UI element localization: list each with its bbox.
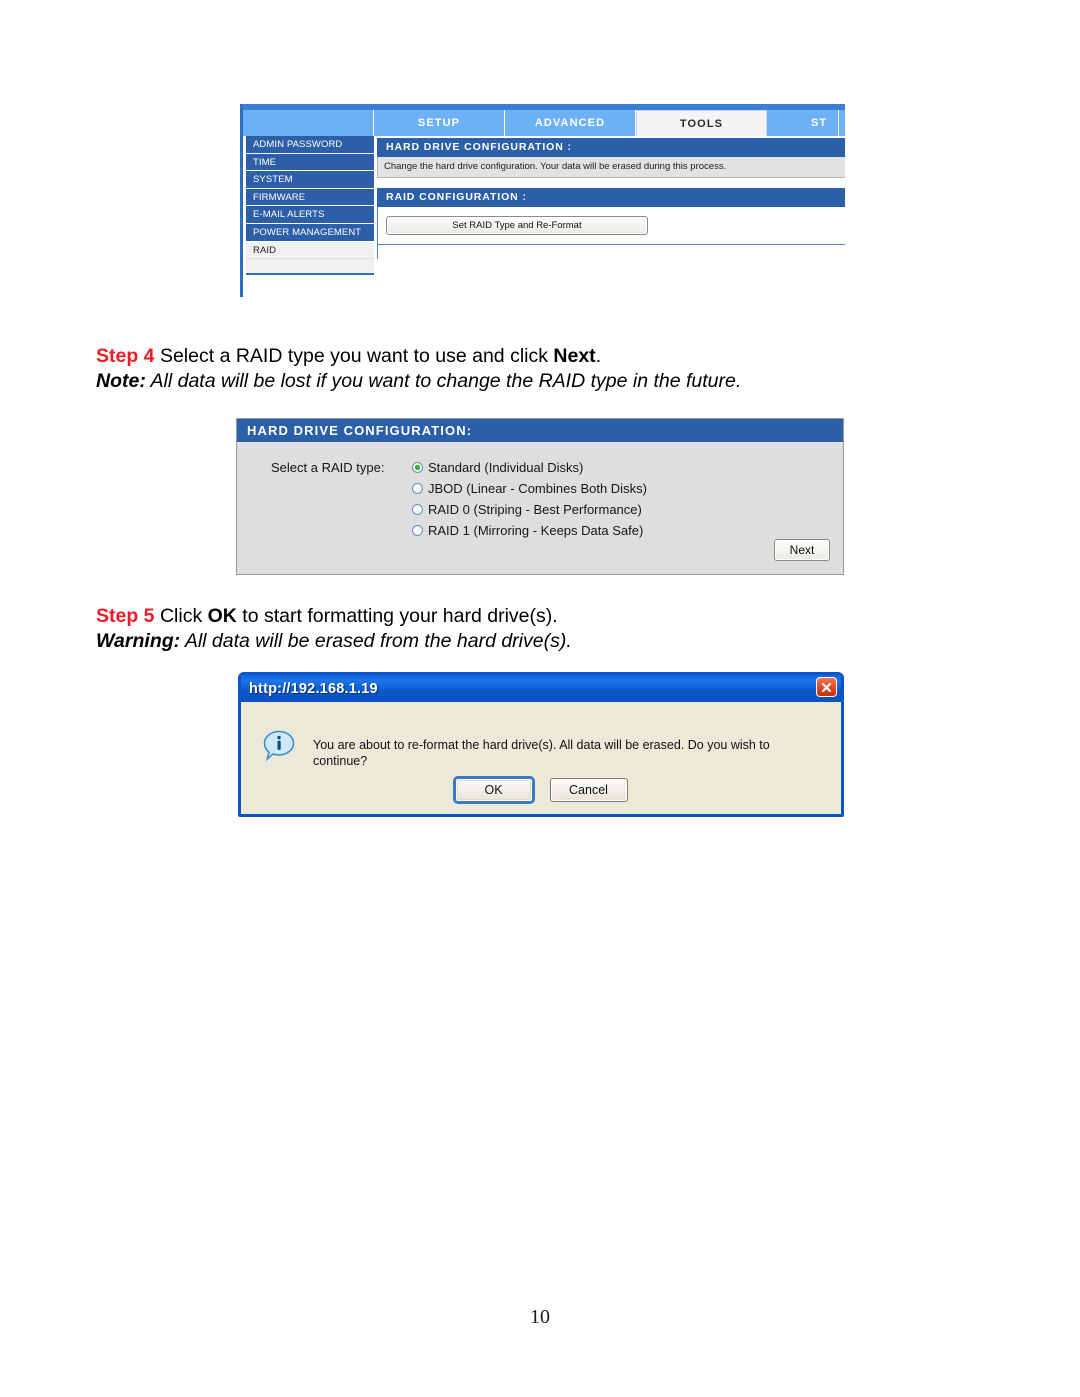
raid-chooser-header: HARD DRIVE CONFIGURATION:	[237, 419, 843, 442]
step-5-instruction: Step 5 Click OK to start formatting your…	[96, 604, 986, 654]
raid-chooser-body: Select a RAID type: Standard (Individual…	[237, 442, 843, 574]
radio-option-raid-0[interactable]: RAID 0 (Striping - Best Performance)	[412, 499, 647, 520]
tab-logo-placeholder	[243, 110, 374, 136]
set-raid-type-and-reformat-button[interactable]: Set RAID Type and Re-Format	[386, 216, 648, 235]
raid-configuration-header: RAID CONFIGURATION :	[377, 188, 845, 207]
raid-type-radio-group: Standard (Individual Disks) JBOD (Linear…	[412, 457, 647, 541]
raid-configuration-body: Set RAID Type and Re-Format	[377, 207, 845, 245]
next-button[interactable]: Next	[774, 539, 830, 561]
sidebar-item-system[interactable]: SYSTEM	[246, 171, 374, 189]
sidebar-item-time[interactable]: TIME	[246, 153, 374, 172]
radio-unselected-icon[interactable]	[412, 504, 423, 515]
note-label: Note:	[96, 370, 146, 392]
step-4-text-after: .	[595, 345, 602, 367]
step-4-text-before: Select a RAID type you want to use and c…	[154, 345, 554, 367]
sidebar-menu: ADMIN PASSWORD TIME SYSTEM FIRMWARE E-MA…	[246, 136, 374, 276]
router-admin-screenshot: SETUP ADVANCED TOOLS ST ADMIN PASSWORD T…	[240, 104, 845, 297]
radio-label-jbod: JBOD (Linear - Combines Both Disks)	[428, 481, 647, 496]
step-4-label: Step 4	[96, 345, 155, 367]
raid-type-selection-screenshot: HARD DRIVE CONFIGURATION: Select a RAID …	[236, 418, 844, 575]
tab-setup[interactable]: SETUP	[374, 110, 505, 136]
sidebar-item-firmware[interactable]: FIRMWARE	[246, 188, 374, 207]
radio-option-raid-1[interactable]: RAID 1 (Mirroring - Keeps Data Safe)	[412, 520, 647, 541]
tab-status-truncated[interactable]: ST	[767, 110, 839, 136]
ok-button[interactable]: OK	[452, 776, 535, 804]
panel-spacer	[377, 178, 845, 188]
step-5-bold-ok: OK	[207, 605, 237, 627]
hard-drive-configuration-description: Change the hard drive configuration. You…	[377, 157, 845, 178]
nav-tab-bar: SETUP ADVANCED TOOLS ST	[243, 110, 845, 136]
step-4-line: Step 4 Select a RAID type you want to us…	[96, 344, 986, 369]
info-icon	[263, 730, 296, 763]
step-4-bold-next: Next	[553, 345, 596, 367]
step-5-text-after: to start formatting your hard drive(s).	[236, 605, 558, 627]
radio-option-jbod[interactable]: JBOD (Linear - Combines Both Disks)	[412, 478, 647, 499]
step-5-label: Step 5	[96, 605, 155, 627]
radio-label-standard: Standard (Individual Disks)	[428, 460, 584, 475]
radio-unselected-icon[interactable]	[412, 483, 423, 494]
cancel-button[interactable]: Cancel	[549, 778, 628, 802]
select-raid-type-label: Select a RAID type:	[271, 460, 385, 475]
radio-option-standard[interactable]: Standard (Individual Disks)	[412, 457, 647, 478]
dialog-body: You are about to re-format the hard driv…	[241, 702, 841, 814]
reformat-confirm-dialog: http://192.168.1.19 You are about to re-…	[238, 672, 844, 817]
tab-advanced[interactable]: ADVANCED	[505, 110, 636, 136]
step-4-note-line: Note: All data will be lost if you want …	[96, 369, 986, 394]
step-5-line: Step 5 Click OK to start formatting your…	[96, 604, 986, 629]
raid-panel-footer	[377, 245, 845, 259]
sidebar-item-raid[interactable]: RAID	[246, 241, 374, 260]
tab-tools[interactable]: TOOLS	[636, 110, 767, 136]
dialog-message: You are about to re-format the hard driv…	[313, 738, 770, 768]
dialog-button-row: OK Cancel	[241, 776, 841, 804]
dialog-title-bar[interactable]: http://192.168.1.19	[241, 675, 841, 702]
radio-selected-icon[interactable]	[412, 462, 423, 473]
admin-content-area: HARD DRIVE CONFIGURATION : Change the ha…	[377, 138, 845, 259]
sidebar-item-e-mail-alerts[interactable]: E-MAIL ALERTS	[246, 206, 374, 224]
radio-unselected-icon[interactable]	[412, 525, 423, 536]
page-number: 10	[530, 1306, 550, 1328]
admin-page-body: ADMIN PASSWORD TIME SYSTEM FIRMWARE E-MA…	[243, 136, 845, 297]
hard-drive-configuration-header: HARD DRIVE CONFIGURATION :	[377, 138, 845, 157]
dialog-title-text: http://192.168.1.19	[249, 680, 378, 697]
note-text: All data will be lost if you want to cha…	[145, 370, 742, 392]
close-icon[interactable]	[816, 677, 837, 697]
step-5-warning-line: Warning: All data will be erased from th…	[96, 629, 986, 654]
step-4-instruction: Step 4 Select a RAID type you want to us…	[96, 344, 986, 394]
sidebar-bottom-filler	[246, 259, 374, 276]
radio-label-raid-0: RAID 0 (Striping - Best Performance)	[428, 502, 642, 517]
sidebar-item-power-management[interactable]: POWER MANAGEMENT	[246, 223, 374, 242]
step-5-text-before: Click	[154, 605, 208, 627]
sidebar-item-admin-password[interactable]: ADMIN PASSWORD	[246, 136, 374, 154]
radio-label-raid-1: RAID 1 (Mirroring - Keeps Data Safe)	[428, 523, 644, 538]
warning-text: All data will be erased from the hard dr…	[180, 630, 572, 652]
warning-label: Warning:	[96, 630, 181, 652]
